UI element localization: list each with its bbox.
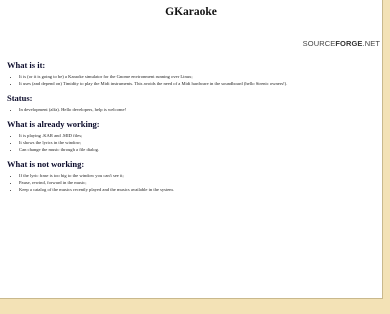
list-item: It uses (and depend on) Timidity to play… (19, 80, 379, 87)
section-heading-what-is-it: What is it: (7, 60, 46, 70)
logo-text-light: SOURCE (302, 39, 336, 48)
list-item: In development (alfa). Hello developers,… (19, 106, 379, 113)
section-list-already-working: It is playing .KAR and .MID files; It sh… (7, 132, 379, 153)
section-heading-status: Status: (7, 93, 33, 103)
list-item: It is (or it is going to be) a Karaoke s… (19, 73, 379, 80)
page-title: GKaraoke (165, 6, 217, 18)
logo-text-tail: .NET (362, 39, 380, 48)
logo-text-bold: FORGE (335, 39, 363, 48)
section-heading-already-working: What is already working: (7, 119, 100, 129)
sourceforge-logo[interactable]: SOURCEFORGE.NET (303, 39, 380, 48)
list-item: Keep a catalog of the musics recently pl… (19, 186, 379, 193)
section-list-not-working: If the lyric frase is too big to the win… (7, 172, 379, 193)
list-item: It is playing .KAR and .MID files; (19, 132, 379, 139)
list-item: Pause, rewind, forward in the music; (19, 179, 379, 186)
list-item: Can change the music through a file dial… (19, 146, 379, 153)
page-container: GKaraoke SOURCEFORGE.NET What is it: It … (0, 0, 383, 299)
content-area: What is it: It is (or it is going to be)… (7, 60, 379, 199)
list-item: If the lyric frase is too big to the win… (19, 172, 379, 179)
list-item: It shows the lyrics in the window; (19, 139, 379, 146)
section-list-status: In development (alfa). Hello developers,… (7, 106, 379, 113)
section-heading-not-working: What is not working: (7, 159, 85, 169)
section-list-what-is-it: It is (or it is going to be) a Karaoke s… (7, 73, 379, 87)
